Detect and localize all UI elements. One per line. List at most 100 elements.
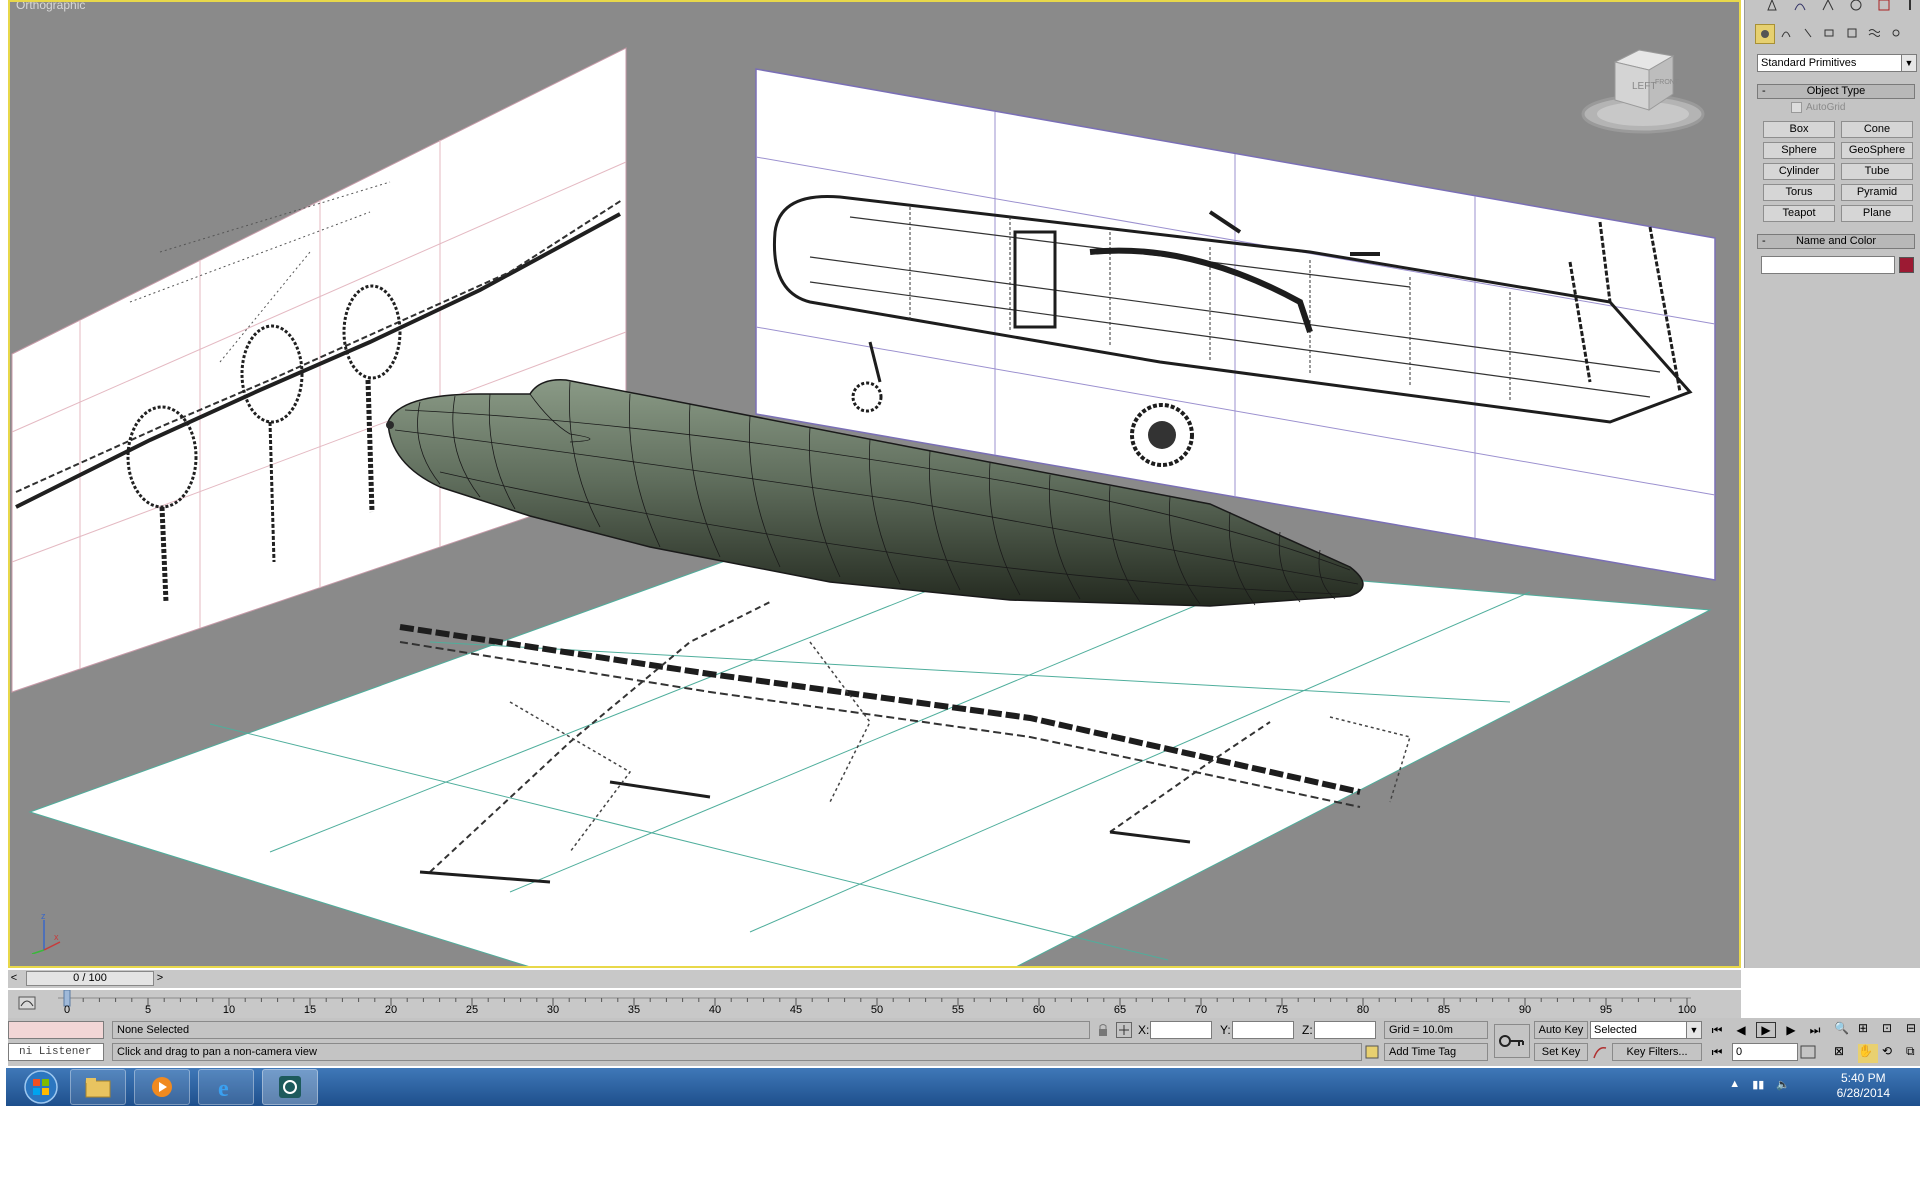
lights-icon[interactable] bbox=[1799, 24, 1817, 42]
zoom-extents-all-icon[interactable]: ⊟ bbox=[1906, 1021, 1920, 1040]
geometry-icon[interactable] bbox=[1755, 24, 1775, 44]
autogrid-checkbox[interactable] bbox=[1791, 102, 1802, 113]
create-category-toolbar bbox=[1755, 24, 1915, 44]
time-slider-thumb[interactable]: 0 / 100 bbox=[26, 971, 154, 986]
time-slider-next[interactable]: > bbox=[154, 972, 166, 986]
start-button[interactable] bbox=[16, 1069, 66, 1105]
play-icon[interactable]: ▶ bbox=[1756, 1022, 1776, 1038]
network-icon[interactable]: ▮▮ bbox=[1752, 1078, 1764, 1091]
timeline-tick-label: 15 bbox=[303, 1004, 317, 1016]
key-curve-icon[interactable] bbox=[1592, 1044, 1608, 1060]
previous-frame-icon[interactable]: ◀ bbox=[1732, 1023, 1750, 1037]
time-slider[interactable]: < 0 / 100 > bbox=[8, 970, 1741, 988]
display-tab-icon[interactable] bbox=[1875, 0, 1893, 14]
front-view-reference-plane[interactable] bbox=[11, 47, 627, 693]
pyramid-button[interactable]: Pyramid bbox=[1841, 184, 1913, 201]
helpers-icon[interactable] bbox=[1843, 24, 1861, 42]
y-coordinate-field[interactable] bbox=[1232, 1021, 1294, 1039]
time-configuration-icon[interactable] bbox=[1800, 1045, 1816, 1059]
z-coordinate-label: Z: bbox=[1302, 1023, 1313, 1037]
maximize-viewport-icon[interactable]: ⧉ bbox=[1906, 1044, 1920, 1064]
collapse-icon: - bbox=[1762, 85, 1766, 97]
internet-explorer-taskbar-icon[interactable]: e bbox=[198, 1069, 254, 1105]
media-player-taskbar-icon[interactable] bbox=[134, 1069, 190, 1105]
tube-button[interactable]: Tube bbox=[1841, 163, 1913, 180]
absolute-mode-icon[interactable] bbox=[1116, 1022, 1132, 1038]
set-key-mode-icon[interactable] bbox=[1494, 1024, 1530, 1058]
teapot-button[interactable]: Teapot bbox=[1763, 205, 1835, 222]
x-coordinate-field[interactable] bbox=[1150, 1021, 1212, 1039]
orbit-icon[interactable]: ⟲ bbox=[1882, 1044, 1902, 1064]
primitive-category-value: Standard Primitives bbox=[1761, 57, 1857, 69]
file-explorer-taskbar-icon[interactable] bbox=[70, 1069, 126, 1105]
timeline-track[interactable]: 0 5 10 15 20 25 30 35 40 45 50 55 60 65 70 75 80 85 90 95 10… bbox=[8, 990, 1741, 1018]
viewport-orthographic[interactable]: Orthographic LEFT FRONT z x bbox=[8, 0, 1741, 968]
hierarchy-tab-icon[interactable] bbox=[1819, 0, 1837, 14]
object-color-swatch[interactable] bbox=[1899, 257, 1914, 273]
torus-button[interactable]: Torus bbox=[1763, 184, 1835, 201]
primitive-category-dropdown[interactable]: Standard Primitives ▼ bbox=[1757, 54, 1917, 72]
timeline-tick-label: 75 bbox=[1275, 1004, 1289, 1016]
maxscript-mini-listener-top[interactable] bbox=[8, 1021, 104, 1039]
pan-view-icon[interactable]: ✋ bbox=[1858, 1043, 1878, 1063]
add-time-tag-button[interactable]: Add Time Tag bbox=[1384, 1043, 1488, 1061]
status-bar: ni Listener None Selected Click and drag… bbox=[8, 1018, 1920, 1066]
autogrid-option[interactable]: AutoGrid bbox=[1791, 102, 1845, 113]
zoom-icon[interactable]: 🔍 bbox=[1834, 1021, 1854, 1040]
timeline-tick-label: 25 bbox=[465, 1004, 479, 1016]
key-mode-toggle-icon[interactable]: ⏮ bbox=[1708, 1045, 1726, 1060]
3ds-max-taskbar-icon[interactable] bbox=[262, 1069, 318, 1105]
cameras-icon[interactable] bbox=[1821, 24, 1839, 42]
geosphere-button[interactable]: GeoSphere bbox=[1841, 142, 1913, 159]
zoom-all-icon[interactable]: ⊞ bbox=[1858, 1021, 1878, 1040]
plane-button[interactable]: Plane bbox=[1841, 205, 1913, 222]
key-filters-button[interactable]: Key Filters... bbox=[1612, 1043, 1702, 1061]
sphere-button[interactable]: Sphere bbox=[1763, 142, 1835, 159]
create-tab-icon[interactable] bbox=[1763, 0, 1781, 14]
chevron-down-icon: ▼ bbox=[1686, 1022, 1701, 1038]
viewcube-left-face[interactable]: LEFT bbox=[1632, 81, 1656, 92]
zoom-extents-icon[interactable]: ⊡ bbox=[1882, 1021, 1902, 1040]
tray-expand-icon[interactable]: ▲ bbox=[1729, 1078, 1740, 1091]
lock-icon[interactable] bbox=[1096, 1023, 1110, 1037]
taskbar-clock[interactable]: 5:40 PM 6/28/2014 bbox=[1837, 1071, 1890, 1101]
timeline-tick-label: 40 bbox=[708, 1004, 722, 1016]
collapse-icon: - bbox=[1762, 235, 1766, 247]
key-selection-dropdown[interactable]: Selected ▼ bbox=[1590, 1021, 1702, 1039]
go-to-start-icon[interactable]: ⏮ bbox=[1708, 1023, 1726, 1038]
set-key-button[interactable]: Set Key bbox=[1534, 1043, 1588, 1061]
modify-tab-icon[interactable] bbox=[1791, 0, 1809, 14]
space-warps-icon[interactable] bbox=[1865, 24, 1883, 42]
name-and-color-rollout-header[interactable]: - Name and Color bbox=[1757, 234, 1915, 249]
time-slider-prev[interactable]: < bbox=[8, 972, 20, 986]
object-type-rollout-header[interactable]: - Object Type bbox=[1757, 84, 1915, 99]
y-coordinate-label: Y: bbox=[1220, 1023, 1231, 1037]
shapes-icon[interactable] bbox=[1777, 24, 1795, 42]
maxscript-mini-listener[interactable]: ni Listener bbox=[8, 1043, 104, 1061]
command-panel-tabs bbox=[1749, 0, 1919, 14]
next-frame-icon[interactable]: ▶ bbox=[1782, 1023, 1800, 1037]
cylinder-button[interactable]: Cylinder bbox=[1763, 163, 1835, 180]
go-to-end-icon[interactable]: ⏭ bbox=[1806, 1023, 1824, 1038]
object-name-input[interactable] bbox=[1761, 256, 1895, 274]
windows-taskbar: e ▲ ▮▮ 🔈 5:40 PM 6/28/2014 bbox=[6, 1068, 1920, 1106]
x-coordinate-label: X: bbox=[1138, 1023, 1150, 1037]
utilities-tab-icon[interactable] bbox=[1901, 0, 1919, 14]
viewcube[interactable]: LEFT FRONT bbox=[1581, 42, 1711, 142]
timeline-tick-labels: 0 5 10 15 20 25 30 35 40 45 50 55 60 65 70 75 80 85 90 95 10… bbox=[58, 1004, 1741, 1018]
field-of-view-icon[interactable]: ⊠ bbox=[1834, 1044, 1854, 1064]
viewcube-front-face[interactable]: FRONT bbox=[1655, 79, 1680, 86]
volume-icon[interactable]: 🔈 bbox=[1776, 1078, 1790, 1091]
auto-key-button[interactable]: Auto Key bbox=[1534, 1021, 1588, 1039]
current-frame-field[interactable]: 0 bbox=[1732, 1043, 1798, 1061]
scene-canvas[interactable] bbox=[10, 2, 1741, 968]
grid-size-display: Grid = 10.0m bbox=[1384, 1021, 1488, 1039]
add-time-tag-icon[interactable] bbox=[1364, 1044, 1380, 1060]
mini-curve-editor-icon[interactable] bbox=[18, 994, 36, 1012]
z-coordinate-field[interactable] bbox=[1314, 1021, 1376, 1039]
cone-button[interactable]: Cone bbox=[1841, 121, 1913, 138]
viewport-navigation-controls: 🔍 ⊞ ⊡ ⊟ ⊠ ✋ ⟲ ⧉ bbox=[1834, 1021, 1920, 1063]
box-button[interactable]: Box bbox=[1763, 121, 1835, 138]
systems-icon[interactable] bbox=[1887, 24, 1905, 42]
motion-tab-icon[interactable] bbox=[1847, 0, 1865, 14]
